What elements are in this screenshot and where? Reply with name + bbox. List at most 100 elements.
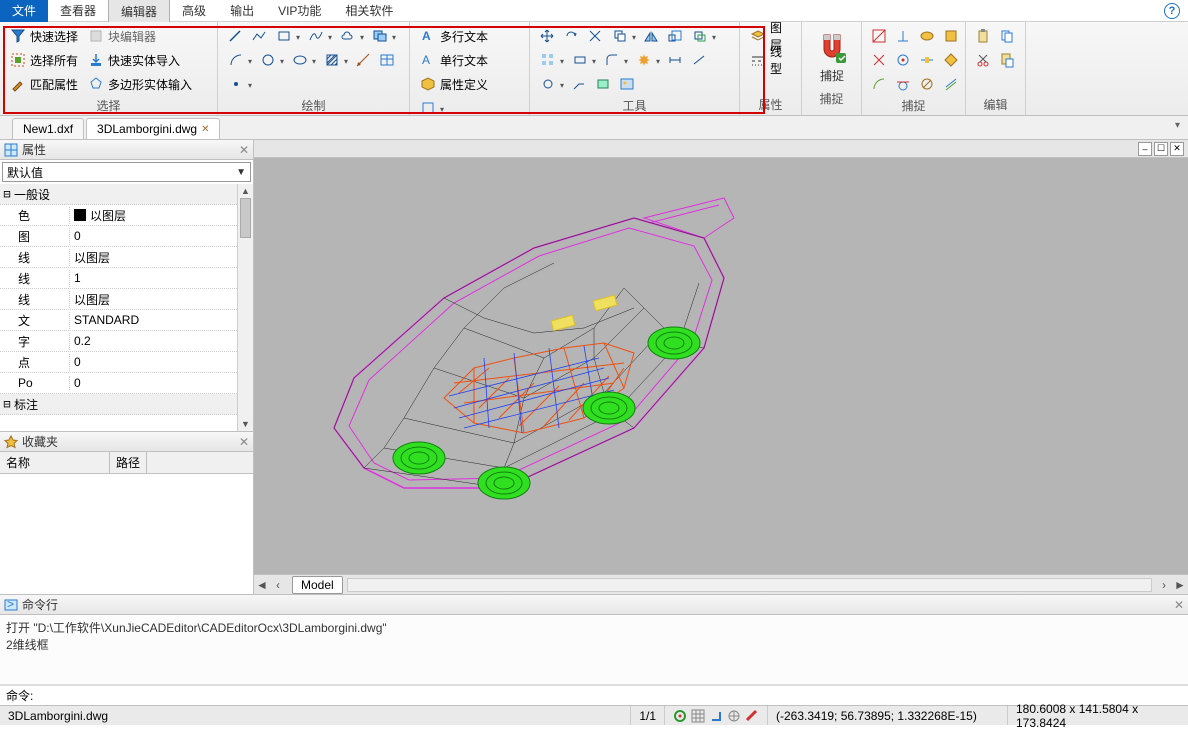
menu-file[interactable]: 文件 — [0, 0, 48, 22]
command-log[interactable]: 打开 "D:\工作软件\XunJieCADEditor\CADEditorOcx… — [0, 615, 1188, 685]
snap-toggle-button[interactable]: 捕捉 — [808, 25, 856, 88]
layout-next[interactable]: › — [1156, 578, 1172, 592]
clip-copy-button[interactable] — [996, 25, 1018, 47]
cloud-tool[interactable]: ▾ — [336, 25, 366, 47]
trim-tool[interactable] — [584, 25, 606, 47]
block-editor-button[interactable]: 块编辑器 — [84, 25, 196, 47]
prop-row-dimstyle[interactable]: 点0 — [0, 352, 253, 373]
snap-mid[interactable] — [892, 25, 914, 47]
prop-row-color[interactable]: 色以图层 — [0, 205, 253, 226]
menu-viewer[interactable]: 查看器 — [48, 0, 108, 22]
scale-tool[interactable] — [664, 25, 686, 47]
spline-tool[interactable]: ▾ — [304, 25, 334, 47]
layout-prev2[interactable]: ‹ — [270, 578, 286, 592]
lwt-toggle[interactable] — [745, 709, 759, 723]
menu-advanced[interactable]: 高级 — [170, 0, 218, 22]
snap-ins[interactable] — [940, 49, 962, 71]
arc-tool[interactable]: ▾ — [224, 49, 254, 71]
menu-editor[interactable]: 编辑器 — [108, 0, 170, 23]
polyline-tool[interactable] — [248, 25, 270, 47]
properties-scrollbar[interactable]: ▲ ▼ — [237, 184, 253, 431]
match-prop-button[interactable]: 匹配属性 — [6, 73, 82, 95]
table-tool[interactable] — [376, 49, 398, 71]
tab-close-icon[interactable]: ✕ — [201, 124, 209, 135]
leader-tool[interactable] — [568, 73, 590, 95]
prop-cat-general[interactable]: ⊟一般设 — [0, 184, 253, 205]
scroll-thumb[interactable] — [240, 198, 251, 238]
scroll-up-arrow[interactable]: ▲ — [238, 184, 253, 198]
model-viewport[interactable] — [254, 158, 1188, 574]
dim-align-tool[interactable] — [688, 49, 710, 71]
viewport-minimize[interactable]: – — [1138, 142, 1152, 156]
copy-tool[interactable]: ▾ — [608, 25, 638, 47]
viewport-close[interactable]: ✕ — [1170, 142, 1184, 156]
circle-tool[interactable]: ▾ — [256, 49, 286, 71]
stretch-tool[interactable]: ▾ — [568, 49, 598, 71]
dim-more-tool[interactable]: ▾ — [536, 73, 566, 95]
prop-row-textheight[interactable]: 字0.2 — [0, 331, 253, 352]
poly-input-button[interactable]: 多边形实体输入 — [84, 73, 196, 95]
snap-par[interactable] — [940, 73, 962, 95]
snap-node[interactable] — [940, 25, 962, 47]
snap-cen[interactable] — [916, 25, 938, 47]
properties-close-button[interactable]: ✕ — [239, 143, 249, 157]
snap-end[interactable] — [868, 25, 890, 47]
snap-qua[interactable] — [868, 49, 890, 71]
polar-toggle[interactable] — [727, 709, 741, 723]
prop-row-ltscale[interactable]: 线1 — [0, 268, 253, 289]
rect-tool[interactable]: ▾ — [272, 25, 302, 47]
snap-ext[interactable] — [916, 49, 938, 71]
rotate-tool[interactable] — [560, 25, 582, 47]
mtext-button[interactable]: A多行文本 — [416, 25, 492, 47]
attdef-button[interactable]: 属性定义 — [416, 73, 492, 95]
prop-row-textstyle[interactable]: 文STANDARD — [0, 310, 253, 331]
snap-int[interactable] — [892, 49, 914, 71]
command-input[interactable] — [33, 689, 1182, 703]
image-tool[interactable] — [616, 73, 638, 95]
ellipse-tool[interactable]: ▾ — [288, 49, 318, 71]
command-close-button[interactable]: ✕ — [1174, 598, 1184, 612]
favorites-close-button[interactable]: ✕ — [239, 435, 249, 449]
ray-tool[interactable] — [352, 49, 374, 71]
ortho-toggle[interactable] — [709, 709, 723, 723]
linetype-button[interactable]: 线型 — [746, 49, 795, 71]
menu-vip[interactable]: VIP功能 — [266, 0, 333, 22]
snap-nea[interactable] — [916, 73, 938, 95]
array-tool[interactable]: ▾ — [536, 49, 566, 71]
explode-tool[interactable]: ▾ — [632, 49, 662, 71]
model-tab[interactable]: Model — [292, 576, 343, 594]
menu-output[interactable]: 输出 — [218, 0, 266, 22]
menu-related[interactable]: 相关软件 — [333, 0, 405, 22]
favorites-list[interactable] — [0, 474, 253, 594]
grid-toggle[interactable] — [691, 709, 705, 723]
layout-next2[interactable]: ► — [1172, 578, 1188, 592]
paste-button[interactable] — [972, 25, 994, 47]
dtext-button[interactable]: A单行文本 — [416, 49, 492, 71]
prop-row-pointstyle[interactable]: Po0 — [0, 373, 253, 394]
block-tool[interactable] — [592, 73, 614, 95]
dim-linear-tool[interactable] — [664, 49, 686, 71]
clip-paste-button[interactable] — [996, 49, 1018, 71]
viewport-hscroll[interactable] — [347, 578, 1152, 592]
prop-row-layer[interactable]: 图0 — [0, 226, 253, 247]
hatch-tool[interactable]: ▾ — [320, 49, 350, 71]
region-tool[interactable]: ▾ — [368, 25, 398, 47]
snap-tan[interactable] — [892, 73, 914, 95]
prop-row-linetype[interactable]: 线以图层 — [0, 247, 253, 268]
osnap-toggle[interactable] — [673, 709, 687, 723]
tabs-overflow-button[interactable]: ▾ — [1175, 120, 1180, 131]
line-tool[interactable] — [224, 25, 246, 47]
help-icon[interactable]: ? — [1164, 3, 1180, 19]
point-tool[interactable]: ▾ — [224, 73, 254, 95]
offset-tool[interactable]: ▾ — [688, 25, 718, 47]
scroll-down-arrow[interactable]: ▼ — [238, 417, 253, 431]
quick-select-button[interactable]: 快速选择 — [6, 25, 82, 47]
properties-filter-combo[interactable]: 默认值 ▼ — [2, 162, 251, 182]
snap-per[interactable] — [868, 73, 890, 95]
tab-lamborgini[interactable]: 3DLamborgini.dwg✕ — [86, 118, 220, 139]
fav-col-name[interactable]: 名称 — [0, 452, 110, 473]
cut-button[interactable] — [972, 49, 994, 71]
move-tool[interactable] — [536, 25, 558, 47]
quick-import-button[interactable]: 快速实体导入 — [84, 49, 196, 71]
viewport-maximize[interactable]: ☐ — [1154, 142, 1168, 156]
